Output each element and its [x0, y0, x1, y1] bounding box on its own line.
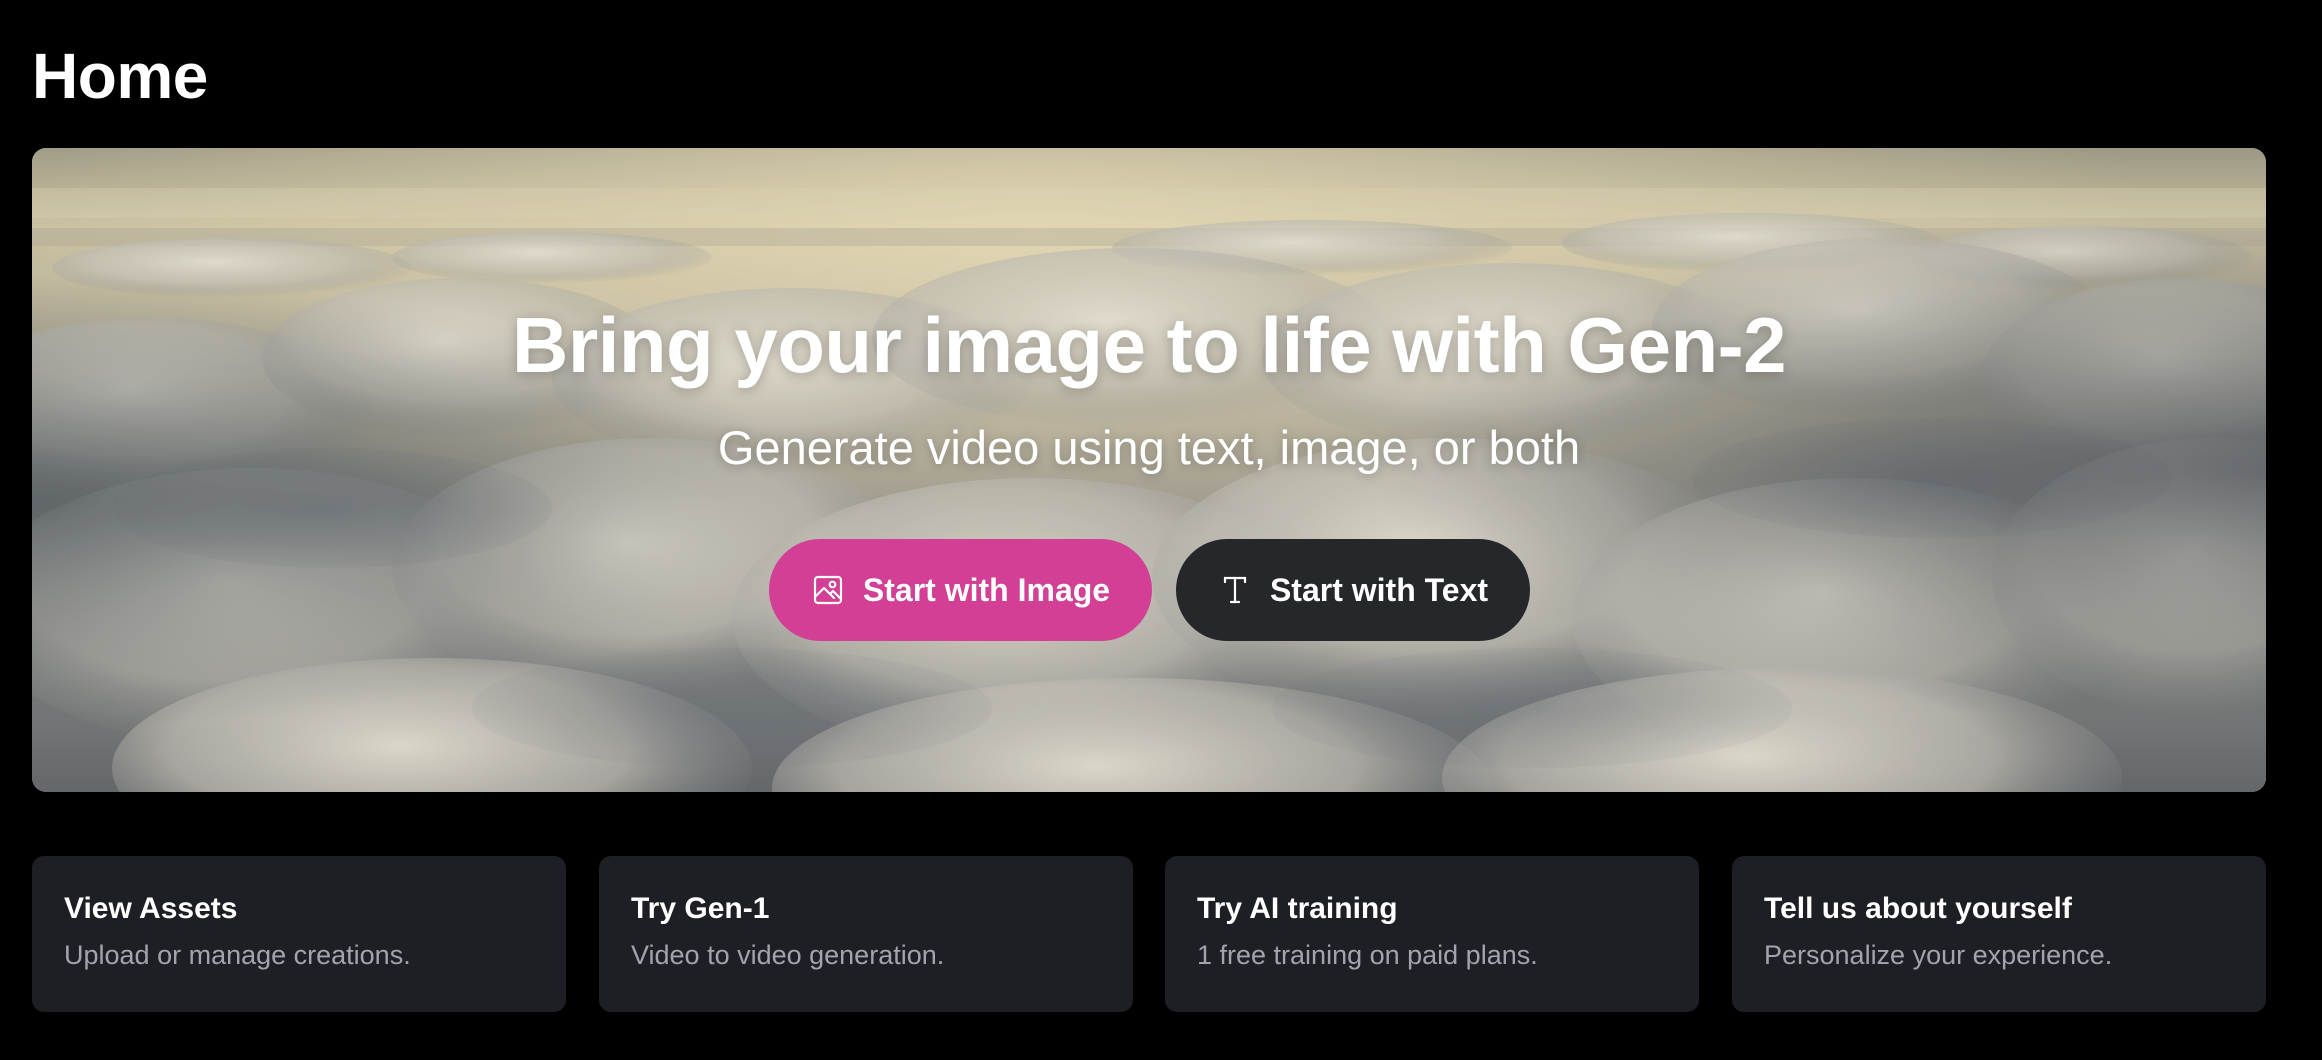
card-try-ai-training[interactable]: Try AI training 1 free training on paid …: [1165, 856, 1699, 1012]
card-title: View Assets: [64, 892, 238, 925]
card-title: Try Gen-1: [631, 892, 770, 925]
card-description: 1 free training on paid plans.: [1197, 940, 1538, 970]
card-title: Tell us about yourself: [1764, 892, 2072, 925]
start-with-image-button[interactable]: Start with Image: [769, 539, 1152, 641]
hero-banner: Bring your image to life with Gen-2 Gene…: [32, 148, 2266, 792]
card-view-assets[interactable]: View Assets Upload or manage creations.: [32, 856, 566, 1012]
hero-subtitle: Generate video using text, image, or bot…: [717, 421, 1581, 474]
card-tell-us-about-yourself[interactable]: Tell us about yourself Personalize your …: [1732, 856, 2266, 1012]
card-description: Video to video generation.: [631, 940, 945, 970]
start-with-text-button[interactable]: Start with Text: [1176, 539, 1530, 641]
card-try-gen-1[interactable]: Try Gen-1 Video to video generation.: [599, 856, 1133, 1012]
quick-action-cards: View Assets Upload or manage creations. …: [32, 856, 2266, 1012]
start-with-text-label: Start with Text: [1269, 571, 1489, 608]
card-description: Personalize your experience.: [1764, 940, 2113, 970]
image-icon: [811, 573, 845, 607]
card-description: Upload or manage creations.: [64, 940, 411, 970]
text-icon: [1218, 573, 1252, 607]
card-title: Try AI training: [1197, 892, 1398, 925]
start-with-image-label: Start with Image: [862, 571, 1111, 608]
hero-title: Bring your image to life with Gen-2: [512, 301, 1786, 389]
page-title: Home: [32, 40, 208, 112]
